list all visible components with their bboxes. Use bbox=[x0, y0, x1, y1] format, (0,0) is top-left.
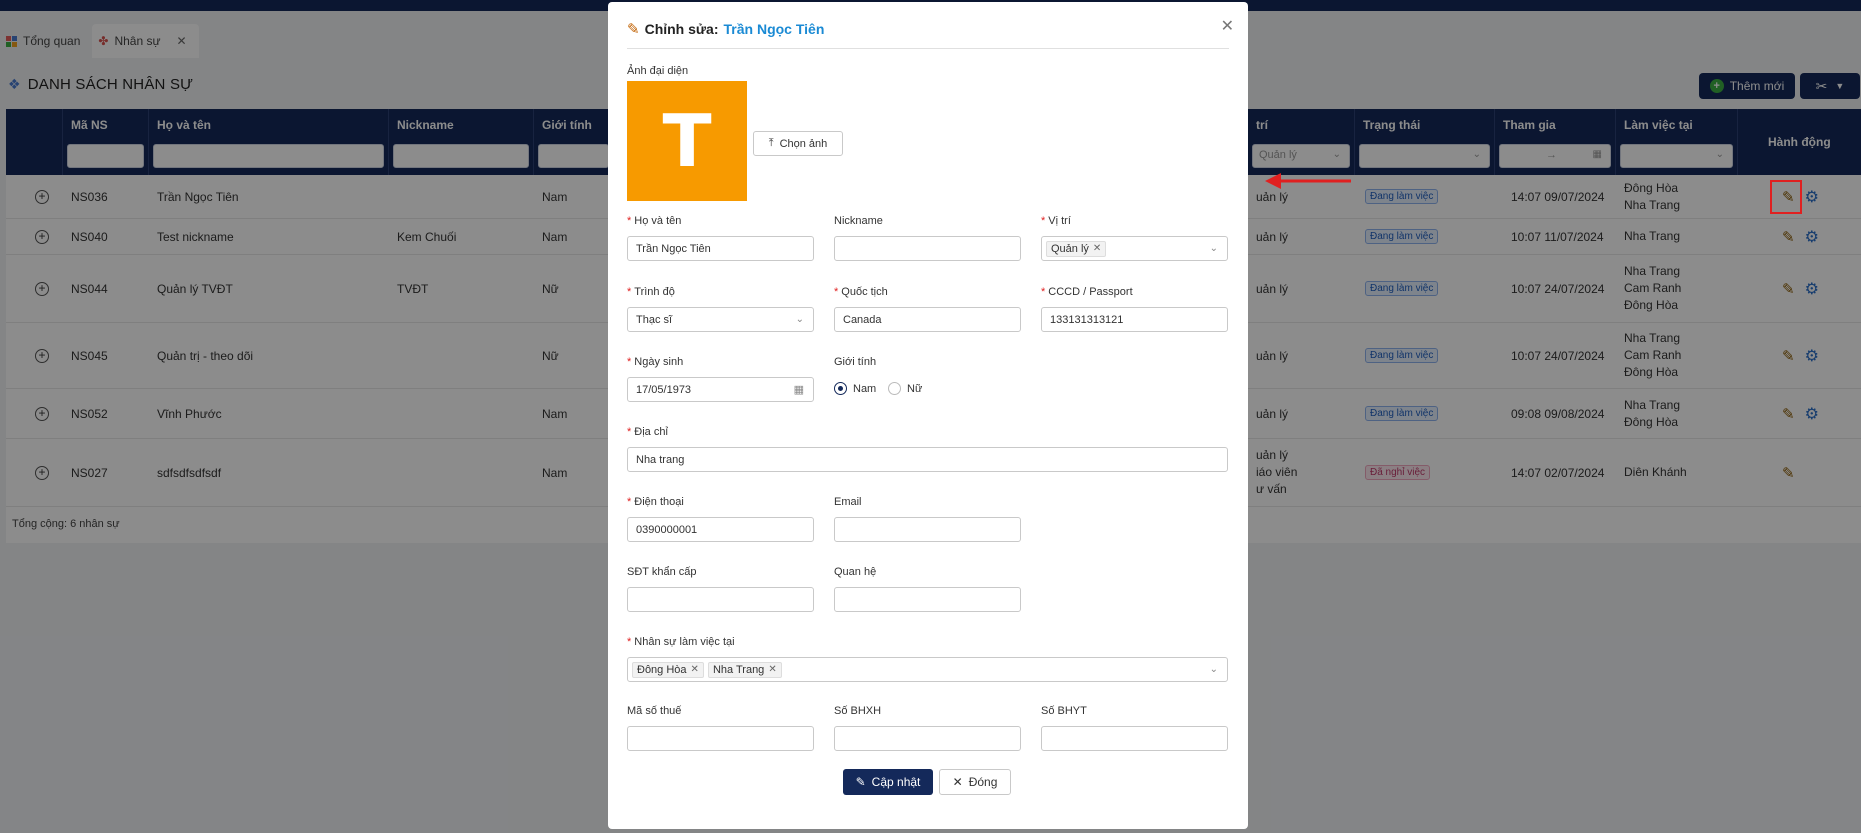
email-label: Email bbox=[834, 496, 862, 508]
modal-title-prefix: Chỉnh sửa: bbox=[644, 21, 719, 37]
avatar: T bbox=[627, 81, 747, 201]
nationality-input[interactable]: Canada bbox=[834, 307, 1021, 332]
social-insurance-label: Số BHXH bbox=[834, 705, 882, 717]
update-label: Cập nhật bbox=[871, 775, 921, 789]
choose-image-label: Chọn ảnh bbox=[779, 137, 828, 150]
remove-tag-icon[interactable]: ✕ bbox=[768, 664, 776, 675]
chevron-down-icon: ⌄ bbox=[1209, 243, 1218, 254]
workplace-tag: Nha Trang ✕ bbox=[707, 661, 782, 678]
idcard-input[interactable]: 133131313121 bbox=[1041, 307, 1228, 332]
emergency-phone-input[interactable] bbox=[627, 587, 814, 612]
gender-male-label: Nam bbox=[853, 382, 877, 395]
gender-label: Giới tính bbox=[834, 356, 877, 368]
dob-datepicker[interactable]: 17/05/1973 ▦ bbox=[627, 377, 814, 402]
position-select[interactable]: Quản lý ✕ ⌄ bbox=[1041, 236, 1228, 261]
idcard-label: * CCCD / Passport bbox=[1041, 286, 1133, 298]
workplaces-label: * Nhân sự làm việc tại bbox=[627, 636, 735, 648]
dob-value: 17/05/1973 bbox=[636, 383, 692, 396]
divider bbox=[627, 48, 1229, 49]
upload-icon: ⤒ bbox=[768, 137, 774, 149]
edit-icon: ✎ bbox=[627, 21, 640, 38]
position-label: * Vị trí bbox=[1041, 215, 1071, 227]
fullname-label: * Họ và tên bbox=[627, 215, 682, 227]
remove-tag-icon[interactable]: ✕ bbox=[691, 664, 699, 675]
highlight-box bbox=[1770, 180, 1802, 214]
gender-female-label: Nữ bbox=[907, 382, 923, 395]
avatar-label: Ảnh đại diện bbox=[627, 65, 689, 77]
edit-icon: ✎ bbox=[855, 775, 866, 789]
workplace-tag: Đông Hòa ✕ bbox=[632, 661, 704, 678]
calendar-icon: ▦ bbox=[793, 384, 804, 396]
address-input[interactable]: Nha trang bbox=[627, 447, 1228, 472]
nickname-input[interactable] bbox=[834, 236, 1021, 261]
radio-unchecked-icon bbox=[888, 382, 901, 395]
phone-input[interactable]: 0390000001 bbox=[627, 517, 814, 542]
update-button[interactable]: ✎ Cập nhật bbox=[843, 769, 933, 795]
social-insurance-input[interactable] bbox=[834, 726, 1021, 751]
dob-label: * Ngày sinh bbox=[627, 356, 684, 368]
edit-staff-modal: ✎ Chỉnh sửa: Trần Ngọc Tiên ✕ Ảnh đại di… bbox=[608, 2, 1248, 829]
health-insurance-label: Số BHYT bbox=[1041, 705, 1087, 717]
gender-radio-male[interactable]: Nam bbox=[834, 382, 876, 395]
health-insurance-input[interactable] bbox=[1041, 726, 1228, 751]
close-label: Đóng bbox=[968, 775, 998, 789]
education-value: Thạc sĩ bbox=[636, 313, 673, 326]
chevron-down-icon: ⌄ bbox=[795, 314, 804, 325]
relation-label: Quan hệ bbox=[834, 566, 877, 578]
tax-code-input[interactable] bbox=[627, 726, 814, 751]
relation-input[interactable] bbox=[834, 587, 1021, 612]
choose-image-button[interactable]: ⤒ Chọn ảnh bbox=[753, 131, 843, 156]
annotation-arrow bbox=[1265, 173, 1351, 189]
close-icon[interactable]: ✕ bbox=[1221, 16, 1234, 36]
fullname-input[interactable]: Trần Ngọc Tiên bbox=[627, 236, 814, 261]
education-label: * Trình độ bbox=[627, 286, 675, 298]
position-tag: Quản lý ✕ bbox=[1046, 240, 1107, 257]
nickname-label: Nickname bbox=[834, 215, 883, 227]
tax-code-label: Mã số thuế bbox=[627, 705, 682, 717]
address-label: * Địa chỉ bbox=[627, 426, 668, 438]
phone-label: * Điện thoại bbox=[627, 496, 684, 508]
emergency-phone-label: SĐT khẩn cấp bbox=[627, 566, 697, 578]
radio-checked-icon bbox=[834, 382, 847, 395]
nationality-label: * Quốc tịch bbox=[834, 286, 888, 298]
workplaces-select[interactable]: Đông Hòa ✕ Nha Trang ✕ ⌄ bbox=[627, 657, 1228, 682]
gender-radio-female[interactable]: Nữ bbox=[888, 382, 922, 395]
email-input[interactable] bbox=[834, 517, 1021, 542]
education-select[interactable]: Thạc sĩ ⌄ bbox=[627, 307, 814, 332]
chevron-down-icon: ⌄ bbox=[1209, 664, 1218, 675]
modal-title-name: Trần Ngọc Tiên bbox=[723, 21, 825, 37]
close-button[interactable]: ✕ Đóng bbox=[939, 769, 1011, 795]
modal-title: ✎ Chỉnh sửa: Trần Ngọc Tiên bbox=[627, 20, 824, 38]
remove-tag-icon[interactable]: ✕ bbox=[1093, 243, 1101, 254]
close-icon: ✕ bbox=[952, 775, 963, 789]
